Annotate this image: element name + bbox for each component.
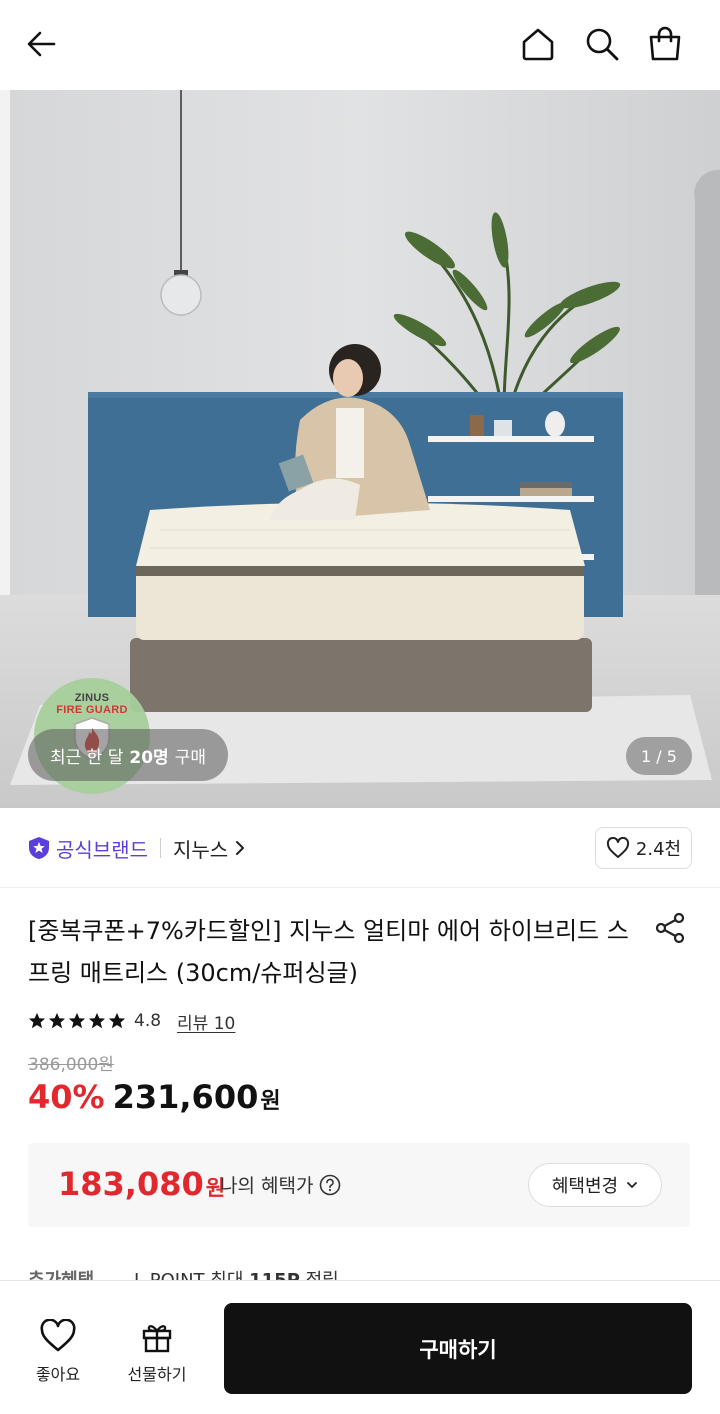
buy-button[interactable]: 구매하기 [224, 1303, 692, 1394]
benefit-change-label: 혜택변경 [551, 1176, 619, 1197]
share-icon[interactable] [650, 908, 690, 948]
rating-row: 4.8 리뷰 10 [28, 1008, 235, 1034]
original-price: 386,000원 [28, 1055, 114, 1075]
star-icon [48, 1012, 66, 1029]
bottom-action-bar: 좋아요 선물하기 구매하기 [0, 1280, 720, 1414]
rating-stars [28, 1012, 126, 1030]
benefit-label-text: 나의 혜택가 [220, 1175, 314, 1197]
brand-name: 지누스 [173, 837, 229, 862]
star-icon [108, 1012, 126, 1029]
search-icon[interactable] [580, 22, 624, 66]
price-row: 40% 231,600 원 [28, 1078, 281, 1116]
chevron-down-icon [627, 1182, 638, 1188]
review-link[interactable]: 리뷰 10 [177, 1009, 235, 1034]
official-brand-label: 공식브랜드 [56, 837, 148, 862]
benefit-price-box: 183,080 원 나의 혜택가 혜택변경 [28, 1143, 690, 1227]
home-icon[interactable] [516, 22, 560, 66]
recent-suffix: 구매 [174, 747, 206, 768]
recent-count: 20명 [129, 747, 169, 768]
benefit-label[interactable]: 나의 혜택가 [220, 1171, 341, 1198]
brand-link[interactable]: 공식브랜드 지누스 [28, 832, 246, 864]
gift-label: 선물하기 [127, 1365, 187, 1384]
arrow-left-icon[interactable] [20, 22, 64, 66]
gift-icon [142, 1325, 172, 1353]
star-icon [68, 1012, 86, 1029]
brand-like-button[interactable]: 2.4천 [595, 827, 692, 869]
benefit-price-value: 183,080 [58, 1165, 204, 1203]
heart-icon [40, 1319, 76, 1352]
product-title: [중복쿠폰+7%카드할인] 지누스 얼티마 에어 하이브리드 스프링 매트리스 … [28, 917, 629, 987]
star-icon [88, 1012, 106, 1029]
like-button[interactable]: 좋아요 [18, 1319, 98, 1385]
badge-line2: FIRE GUARD [56, 704, 128, 716]
price-unit: 원 [260, 1089, 281, 1114]
recent-prefix: 최근 한 달 [50, 747, 124, 768]
image-page-indicator: 1 / 5 [626, 737, 692, 775]
brand-row: 공식브랜드 지누스 2.4천 [0, 808, 720, 888]
like-count: 2.4천 [635, 839, 682, 860]
top-navigation-bar [0, 0, 720, 90]
gift-button[interactable]: 선물하기 [117, 1319, 197, 1385]
sale-price: 231,600 [112, 1078, 259, 1116]
benefit-change-button[interactable]: 혜택변경 [528, 1163, 662, 1207]
benefit-price: 183,080 원 [58, 1165, 225, 1203]
heart-icon [606, 837, 629, 858]
product-image-carousel[interactable]: ZINUS FIRE GUARD 최근 한 달 20명 구매 1 / 5 [0, 90, 720, 808]
rating-value: 4.8 [134, 1011, 162, 1031]
question-circle-icon[interactable] [319, 1174, 341, 1196]
chevron-right-icon [236, 841, 245, 855]
shopping-bag-icon[interactable] [643, 22, 687, 66]
official-brand-icon [29, 837, 49, 859]
star-icon [28, 1012, 46, 1029]
recent-purchase-badge: 최근 한 달 20명 구매 [28, 729, 228, 781]
like-label: 좋아요 [35, 1365, 81, 1384]
badge-line1: ZINUS [74, 692, 110, 704]
discount-rate: 40% [28, 1078, 105, 1116]
divider [160, 838, 161, 858]
